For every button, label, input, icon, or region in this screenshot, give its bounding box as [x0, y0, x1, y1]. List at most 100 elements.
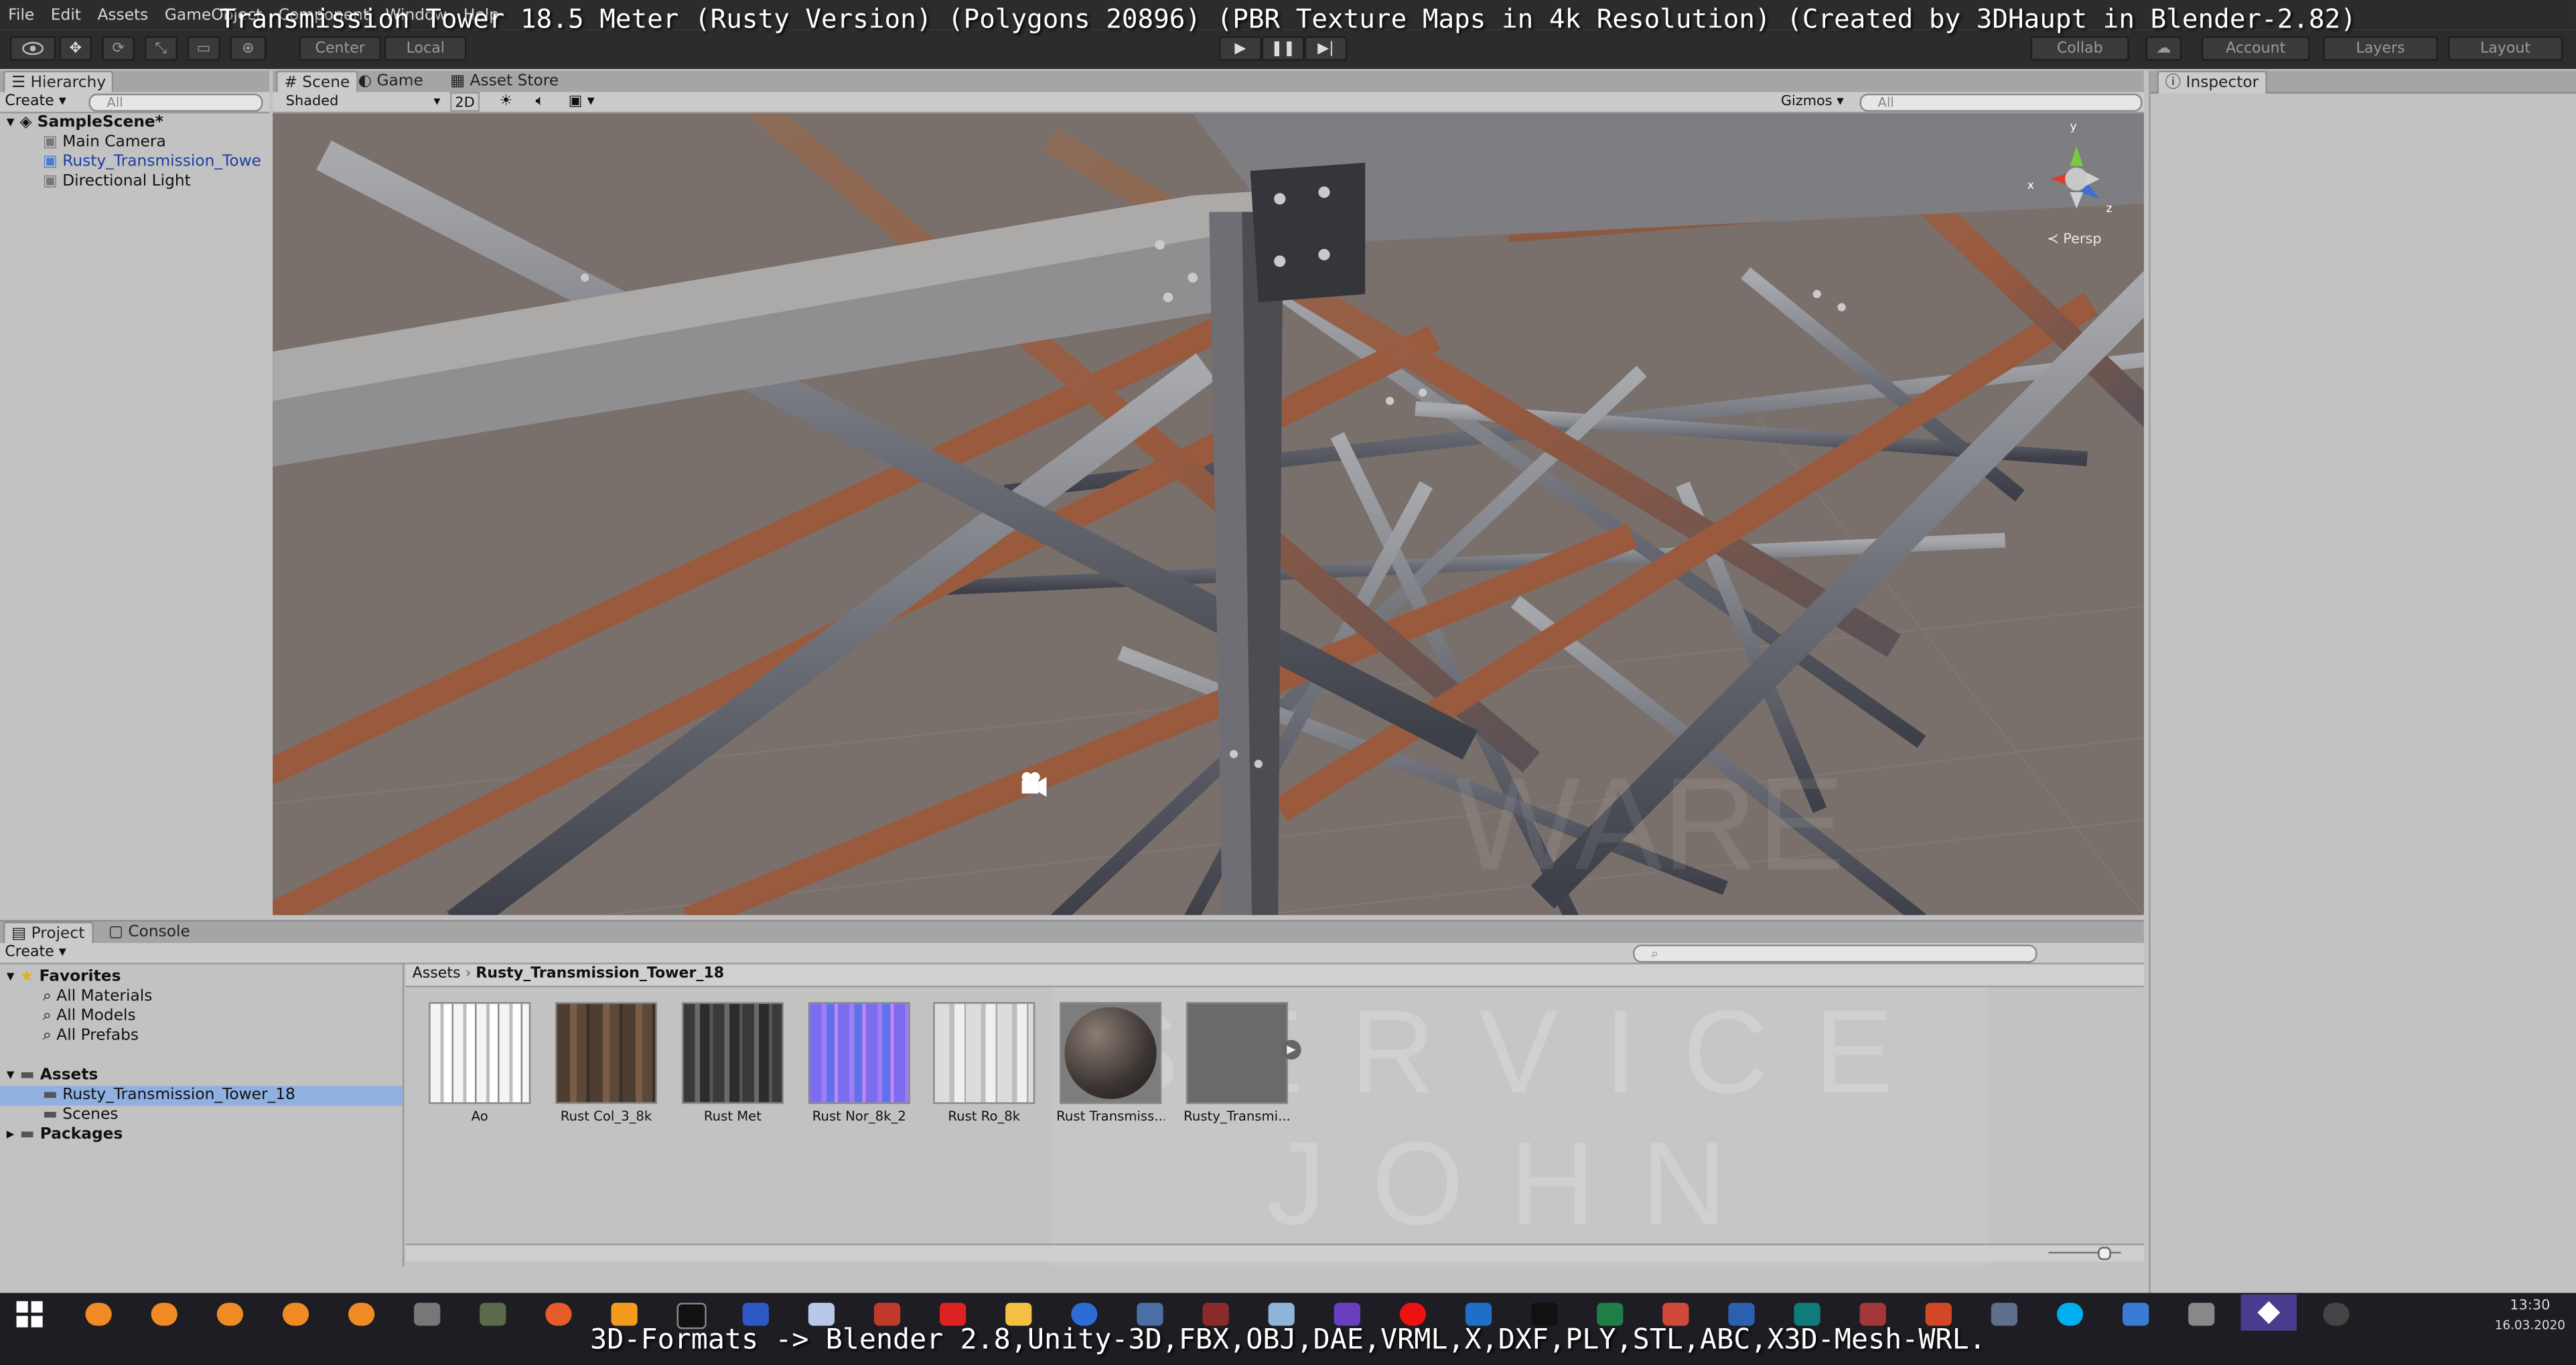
blender-icon[interactable] [85, 1303, 112, 1326]
folder-rusty-tower[interactable]: ▬ Rusty_Transmission_Tower_18 [0, 1086, 403, 1106]
packages-row[interactable]: ▸ ▬ Packages [7, 1125, 123, 1145]
tab-scene[interactable]: # Scene [276, 70, 358, 94]
tab-scene-label: Scene [302, 74, 350, 92]
x-app-icon[interactable] [1071, 1303, 1098, 1326]
blender-icon[interactable] [348, 1303, 375, 1326]
breadcrumb-current[interactable]: Rusty_Transmission_Tower_18 [476, 966, 724, 983]
toggle-2d-button[interactable]: 2D [450, 92, 480, 112]
project-create-button[interactable]: Create ▾ [5, 944, 66, 961]
asset-ao[interactable]: Ao [425, 1002, 534, 1133]
tab-game[interactable]: ◐ Game [352, 70, 430, 92]
favorite-all-materials[interactable]: ⌕ All Materials [43, 987, 153, 1007]
word-icon[interactable] [1728, 1303, 1755, 1326]
favorite-all-models[interactable]: ⌕ All Models [43, 1007, 136, 1027]
access-icon[interactable] [1859, 1303, 1886, 1326]
pen-app-icon[interactable] [2123, 1303, 2149, 1326]
edge-icon[interactable] [1531, 1303, 1558, 1326]
vector-app-icon[interactable] [1662, 1303, 1689, 1326]
app-icon[interactable] [2188, 1303, 2215, 1326]
opera-icon[interactable] [1399, 1303, 1427, 1326]
play-button[interactable]: ▶ [1218, 35, 1262, 61]
project-search-input[interactable]: ⌕ [1633, 944, 2037, 963]
favorite-all-prefabs[interactable]: ⌕ All Prefabs [43, 1027, 139, 1046]
hierarchy-create-button[interactable]: Create ▾ [5, 94, 66, 111]
file-explorer-icon[interactable] [1005, 1303, 1032, 1326]
asset-rust-met[interactable]: Rust Met [678, 1002, 787, 1133]
blender-icon[interactable] [282, 1303, 309, 1326]
step-button[interactable]: ▶| [1304, 35, 1348, 61]
cloud-button[interactable]: ☁ [2145, 35, 2182, 61]
account-dropdown[interactable]: Account [2201, 35, 2310, 61]
blender-icon[interactable] [216, 1303, 244, 1326]
app-icon[interactable] [480, 1303, 506, 1326]
hierarchy-search-input[interactable]: All [88, 93, 263, 112]
pause-button[interactable]: ❚❚ [1261, 35, 1305, 61]
tab-asset-store[interactable]: ▦ Asset Store [443, 70, 565, 92]
orientation-gizmo[interactable]: y x z ≺ Persp [2021, 120, 2136, 251]
asset-rust-col[interactable]: Rust Col_3_8k [552, 1002, 660, 1133]
save-disk-icon[interactable] [742, 1303, 769, 1326]
asset-rusty-transmission-model[interactable]: Rusty_Transmi... [1183, 1002, 1291, 1133]
lighting-toggle[interactable]: ☀ [500, 92, 513, 111]
asset-rust-ro[interactable]: Rust Ro_8k [930, 1002, 1038, 1133]
hierarchy-item-rusty-tower[interactable]: ▣ Rusty_Transmission_Towe [43, 153, 261, 172]
asset-rust-nor[interactable]: Rust Nor_8k_2 [805, 1002, 914, 1133]
expand-prefab-button[interactable]: ▶ [1281, 1039, 1301, 1060]
transform-tool-button[interactable]: ⊕ [230, 35, 267, 61]
sun-icon: ☀ [499, 93, 513, 111]
persp-label[interactable]: ≺ Persp [2047, 232, 2101, 248]
hierarchy-item-directional-light[interactable]: ▣ Directional Light [43, 173, 191, 192]
notepad-icon[interactable] [1268, 1303, 1295, 1326]
tab-inspector[interactable]: ⓘ Inspector [2157, 70, 2267, 94]
shield-app-icon[interactable] [1334, 1303, 1360, 1326]
excel-icon[interactable] [1597, 1303, 1624, 1326]
collab-button[interactable]: Collab [2030, 35, 2129, 61]
chart-app-icon[interactable] [1137, 1303, 1163, 1326]
rect-tool-button[interactable]: ▭ [187, 35, 220, 61]
tab-hierarchy[interactable]: ☰ Hierarchy [3, 70, 115, 94]
network-app-icon[interactable] [808, 1303, 835, 1326]
move-tool-button[interactable]: ✥ [59, 35, 92, 61]
bug-app-icon[interactable] [873, 1303, 901, 1326]
axis-gizmo-icon [2050, 146, 2100, 209]
scene-viewport[interactable]: WARE y x z ≺ Persp [273, 113, 2144, 916]
unity-hub-icon[interactable] [414, 1303, 441, 1326]
firefox-icon[interactable] [545, 1303, 572, 1326]
pivot-center-button[interactable]: Center [299, 35, 382, 61]
view-tool-button[interactable] [9, 35, 56, 61]
shading-mode-dropdown[interactable]: Shaded [286, 92, 339, 111]
folder-scenes[interactable]: ▬ Scenes [43, 1106, 119, 1125]
blender-icon[interactable] [151, 1303, 177, 1326]
audio-toggle[interactable]: 🔈︎ [536, 92, 545, 111]
flame-app-icon[interactable] [611, 1303, 638, 1326]
hierarchy-item-main-camera[interactable]: ▣ Main Camera [43, 133, 166, 153]
skype-icon[interactable] [2056, 1303, 2084, 1326]
breadcrumb-assets[interactable]: Assets [413, 966, 461, 983]
outlook-icon[interactable] [1465, 1303, 1492, 1326]
powerpoint-icon[interactable] [1925, 1303, 1952, 1326]
scene-search-input[interactable]: All [1859, 93, 2143, 112]
effects-toggle[interactable]: ▣ ▾ [569, 92, 595, 111]
tab-console[interactable]: ▢ Console [102, 922, 197, 943]
acrobat-icon[interactable] [940, 1303, 967, 1326]
assets-root-row[interactable]: ▾ ▬ Assets [7, 1066, 98, 1086]
publisher-icon[interactable] [1794, 1303, 1820, 1326]
asset-rust-transmission-material[interactable]: Rust Transmiss... [1056, 1002, 1165, 1133]
hierarchy-subbar: Create ▾ All [0, 92, 270, 114]
layout-dropdown[interactable]: Layout [2447, 35, 2563, 61]
favorites-row[interactable]: ▾ ★ Favorites [7, 968, 121, 987]
zoom-slider-thumb[interactable] [2098, 1246, 2111, 1261]
scene-root-row[interactable]: ▾ ◈ SampleScene* [7, 113, 163, 133]
settings-app-icon[interactable] [1991, 1303, 2018, 1326]
inspector-panel: ⓘ Inspector [2149, 70, 2576, 1293]
layers-dropdown[interactable]: Layers [2323, 35, 2438, 61]
tool-app-icon[interactable] [1202, 1303, 1229, 1326]
rotate-tool-button[interactable]: ⟳ [102, 35, 135, 61]
project-subbar: Create ▾ ⌕ [0, 942, 2144, 964]
scale-tool-button[interactable]: ⤡ [144, 35, 177, 61]
gizmos-dropdown[interactable]: Gizmos ▾ [1781, 92, 1844, 111]
app-icon[interactable] [2323, 1303, 2350, 1326]
tab-project[interactable]: ▤ Project [3, 922, 93, 945]
pivot-local-button[interactable]: Local [384, 35, 467, 61]
asset-label: Rust Transmiss... [1056, 1108, 1165, 1124]
